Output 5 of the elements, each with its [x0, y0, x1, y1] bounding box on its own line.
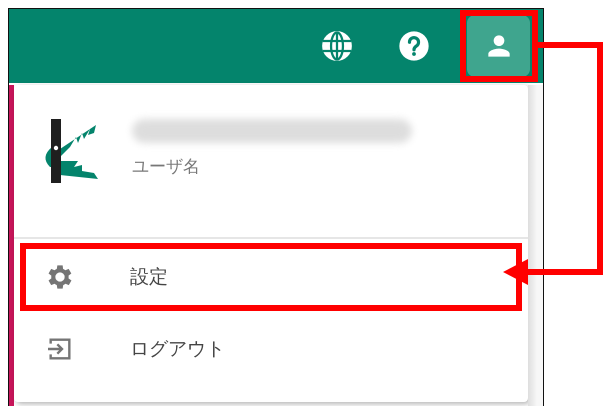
user-name: ユーザ名 — [132, 156, 201, 178]
globe-icon[interactable] — [320, 29, 354, 63]
account-button[interactable] — [467, 15, 530, 77]
help-icon[interactable] — [398, 30, 430, 62]
menu-item[interactable]: 設定 — [20, 243, 522, 311]
